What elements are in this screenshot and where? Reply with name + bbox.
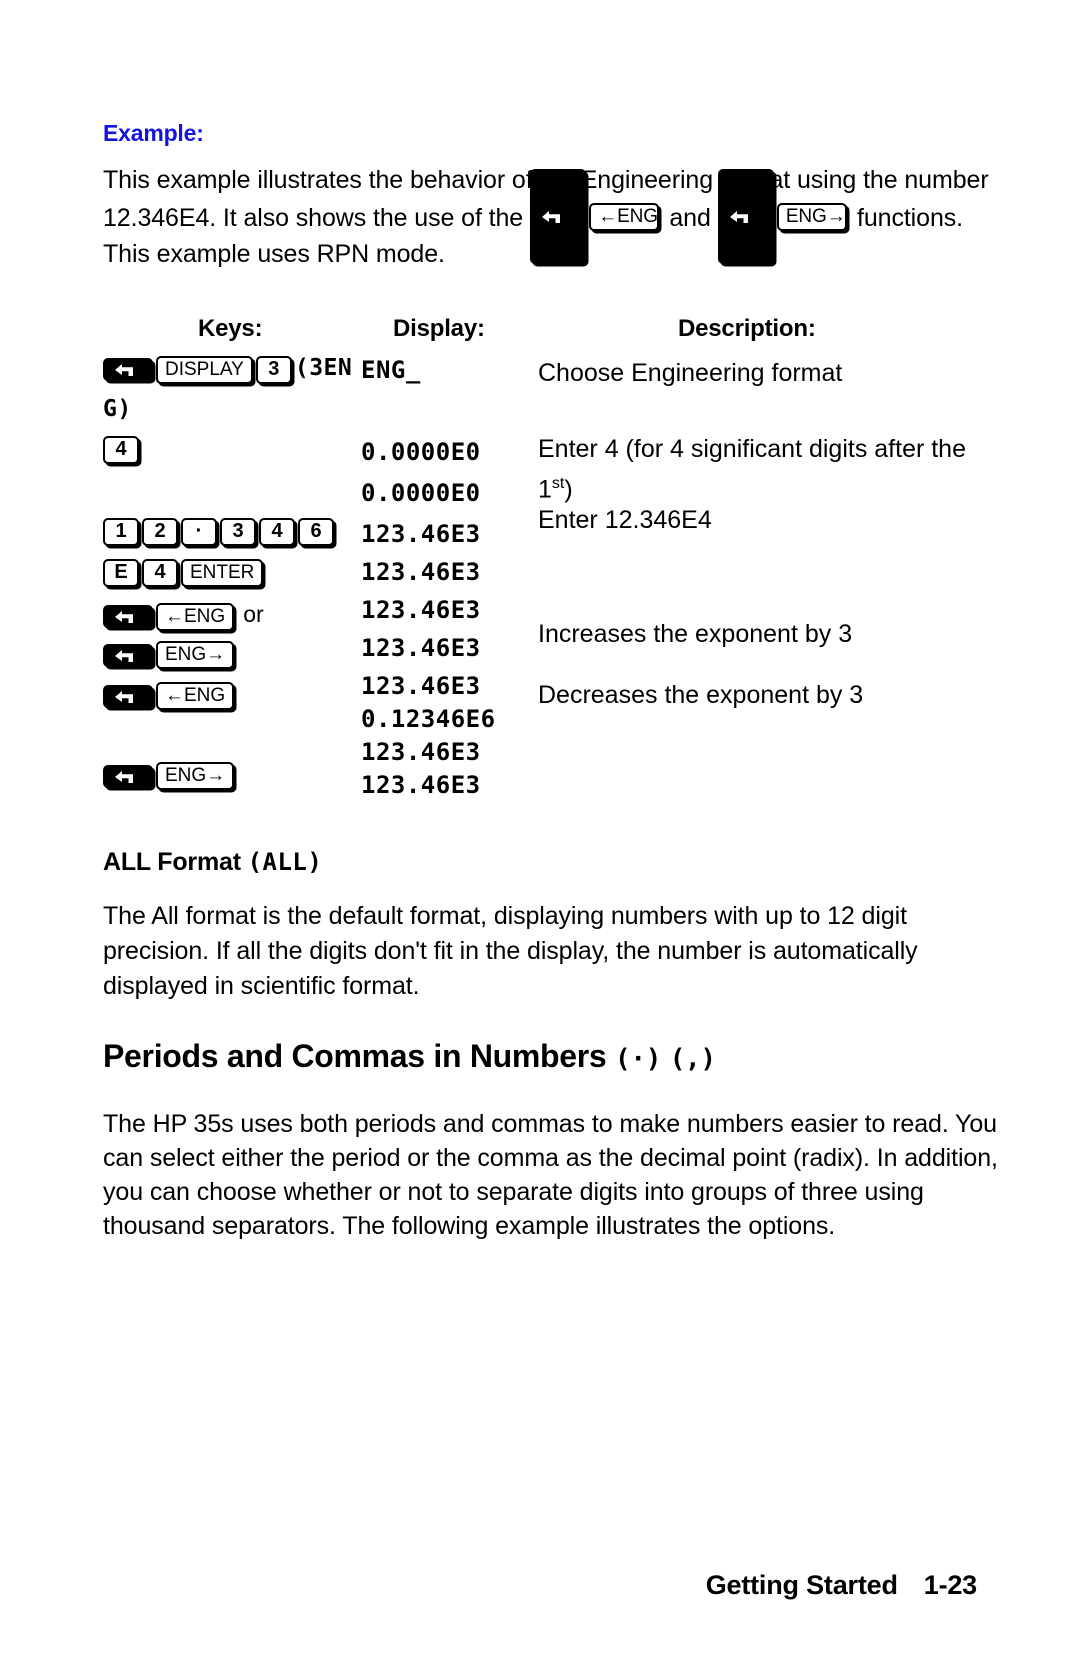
periods-line-2: can select either the period or the comm… [103, 1144, 998, 1172]
display-value: 123.46E3 [361, 672, 481, 700]
periods-commas-heading-text: Periods and Commas in Numbers [103, 1038, 616, 1074]
all-format-heading-lcd: (ALL) [247, 848, 323, 876]
page-footer: Getting Started 1-23 [0, 1570, 1080, 1601]
eng-left-key: ←ENG [589, 202, 660, 231]
shift-key-icon [103, 358, 153, 382]
desc-sup-tail: ) [564, 475, 573, 504]
shift-key-icon [529, 169, 587, 264]
footer-chapter-title: Getting Started [705, 1570, 898, 1600]
periods-line-4: thousand separators. The following examp… [103, 1212, 836, 1240]
keys-row-4: E 4 ENTER [103, 559, 363, 601]
period-symbol: (·) [615, 1044, 662, 1074]
keys-row-1: DISPLAY 3 (3EN [103, 355, 363, 396]
all-format-paragraph: The All format is the default format, di… [103, 898, 983, 1003]
manual-page: Example: This example illustrates the be… [0, 0, 1080, 1673]
description-spacer-3 [538, 578, 978, 616]
keys-row-spacer [103, 478, 363, 519]
shift-key-icon [103, 684, 153, 708]
digit-4-key-2: 4 [259, 518, 295, 546]
display-value: 123.46E3 [361, 634, 481, 662]
intro-line-2: 12.346E4. It also shows the use of the ←… [103, 169, 963, 264]
eng-left-key: ←ENG [156, 682, 235, 710]
description-column: Choose Engineering format Enter 4 (for 4… [538, 355, 978, 713]
keys-row-3: 1 2 · 3 4 6 [103, 518, 363, 560]
keys-row-7: ←ENG [103, 682, 363, 724]
comma-symbol: (,) [669, 1044, 716, 1074]
periods-commas-paragraph: The HP 35s uses both periods and commas … [103, 1106, 1003, 1242]
keys-column: DISPLAY 3 (3EN G) 4 1 2 · 3 4 6 E 4 ENTER [103, 355, 363, 804]
periods-line-1: The HP 35s uses both periods and commas … [103, 1110, 997, 1138]
all-format-line-2: precision. If all the digits don't fit i… [103, 937, 918, 965]
example-label: Example: [103, 120, 204, 146]
column-header-display: Display: [393, 315, 485, 342]
desc-sup-text: st [551, 475, 565, 492]
display-value: 123.46E3 [361, 520, 481, 548]
eng-right-key: ENG→ [776, 202, 848, 231]
shift-key-icon [103, 643, 153, 667]
display-key: DISPLAY [156, 355, 253, 384]
display-value: 123.46E3 [361, 558, 481, 586]
description-spacer-4 [538, 649, 978, 677]
digit-1-key: 1 [103, 518, 139, 546]
description-text-superscript: 1st) [538, 466, 978, 504]
display-value: 123.46E3 [361, 771, 481, 799]
eng-left-key: ←ENG [156, 602, 235, 631]
keys-row-2: 4 [103, 436, 363, 478]
eng-right-key: ENG→ [156, 762, 235, 790]
digit-3-key: 3 [255, 355, 292, 384]
or-label: or [243, 601, 264, 627]
all-format-line-3: displayed in scientific format. [103, 972, 420, 1000]
shift-key-icon-2 [717, 169, 774, 264]
eng-right-key: ENG→ [156, 641, 235, 669]
display-value: 0.0000E0 [361, 479, 481, 507]
table-header-row: Keys: Display: Description: [103, 315, 973, 355]
description-text: Enter 4 (for 4 significant digits after … [538, 435, 966, 463]
description-text: Choose Engineering format [538, 359, 843, 387]
column-header-keys: Keys: [198, 315, 263, 342]
intro-line-2-part-c: functions. [850, 203, 963, 232]
periods-commas-heading: Periods and Commas in Numbers (·) (,) [103, 1038, 716, 1075]
description-text: Increases the exponent by 3 [538, 620, 853, 648]
display-column: ENG_ 0.0000E0 0.0000E0 123.46E3 123.46E3… [361, 355, 541, 803]
display-value: 0.0000E0 [361, 438, 481, 466]
decimal-point-key: · [181, 518, 217, 546]
description-spacer-2 [538, 540, 978, 578]
keys-row-1-continued: G) [103, 396, 363, 437]
digit-4-key-3: 4 [142, 559, 178, 587]
all-format-heading: ALL Format (ALL) [103, 848, 322, 877]
footer-page-number: 1-23 [923, 1570, 977, 1600]
periods-line-3: you can choose whether or not to separat… [103, 1178, 924, 1206]
digit-6-key: 6 [298, 518, 334, 546]
digit-3-key-2: 3 [220, 518, 256, 546]
intro-line-2-part-a: 12.346E4. It also shows the use of the [103, 203, 530, 232]
intro-line-2-part-b: and [662, 203, 718, 232]
description-text: Decreases the exponent by 3 [538, 681, 864, 709]
desc-sup-base: 1 [538, 475, 552, 504]
description-text: Enter 12.346E4 [538, 506, 712, 534]
keystroke-table: Keys: Display: Description: DISPLAY 3 (3EN… [103, 315, 973, 799]
all-format-line-1: The All format is the default format, di… [103, 902, 907, 930]
shift-key-icon [103, 764, 153, 788]
display-value: 0.12346E6 [361, 705, 496, 733]
exponent-e-key: E [103, 559, 139, 587]
keys-row-6: ENG→ [103, 641, 363, 683]
display-value: 123.46E3 [361, 596, 481, 624]
keys-row-5: ←ENG or [103, 601, 363, 642]
keys-row-spacer-2 [103, 724, 363, 763]
digit-4-key: 4 [103, 436, 139, 464]
enter-key: ENTER [181, 559, 264, 587]
all-format-heading-bold: ALL Format [103, 848, 248, 876]
column-header-description: Description: [678, 315, 816, 342]
menu-hint-3eng-part2: G) [103, 396, 132, 422]
shift-key-icon [103, 605, 153, 629]
example-intro-paragraph: This example illustrates the behavior of… [103, 162, 989, 273]
keys-row-8: ENG→ [103, 762, 363, 804]
digit-2-key: 2 [142, 518, 178, 546]
display-value: ENG_ [361, 356, 421, 384]
display-value: 123.46E3 [361, 738, 481, 766]
menu-hint-3eng-part1: (3EN [294, 355, 353, 381]
